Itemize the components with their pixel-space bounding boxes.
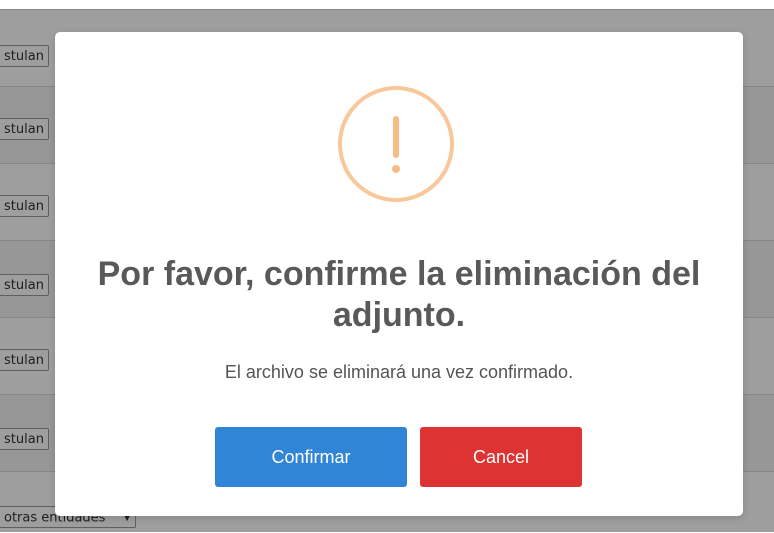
warning-icon-dot [392, 165, 400, 173]
confirm-button[interactable]: Confirmar [215, 427, 407, 487]
background-topbar [0, 0, 774, 9]
warning-icon [338, 86, 454, 202]
warning-icon-bar [393, 116, 399, 158]
confirm-delete-dialog: Por favor, confirme la eliminación del a… [55, 32, 743, 516]
dialog-message: El archivo se eliminará una vez confirma… [224, 362, 574, 382]
cancel-button[interactable]: Cancel [420, 427, 582, 487]
dialog-title: Por favor, confirme la eliminación del a… [97, 255, 701, 334]
